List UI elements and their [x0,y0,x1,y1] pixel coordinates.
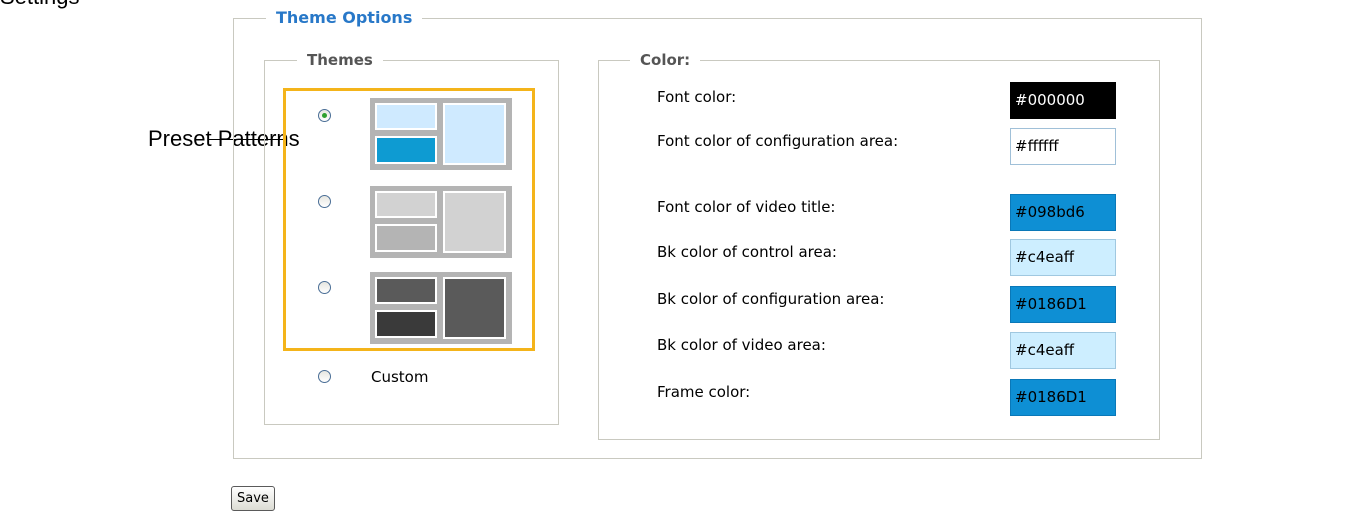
color-legend: Color: [630,51,701,69]
save-button[interactable]: Save [231,486,275,511]
video-area-bk-field[interactable]: #c4eaff [1010,332,1116,369]
video-title-color-label: Font color of video title: [657,198,836,216]
frame-color-label: Frame color: [657,383,751,401]
video-title-color-field[interactable]: #098bd6 [1010,194,1116,231]
theme-radio-preset-1[interactable] [318,109,331,122]
font-color-field[interactable]: #000000 [1010,82,1116,119]
theme-radio-custom[interactable] [318,370,331,383]
theme-radio-preset-2[interactable] [318,195,331,208]
config-font-color-label: Font color of configuration area: [657,132,899,150]
themes-legend: Themes [297,51,383,69]
custom-theme-label: Custom [371,368,429,386]
theme-preview-preset-2 [370,186,512,258]
preview-video-area [443,191,506,253]
frame-color-field[interactable]: #0186D1 [1010,379,1116,416]
preview-config-area [375,136,437,164]
theme-radio-preset-3[interactable] [318,281,331,294]
preview-config-area [375,310,437,338]
config-font-color-field[interactable]: #ffffff [1010,128,1116,165]
theme-preview-preset-3 [370,272,512,344]
preview-control-area [375,191,437,218]
config-area-bk-label: Bk color of configuration area: [657,290,885,308]
preview-video-area [443,103,506,165]
theme-options-legend: Theme Options [266,9,423,27]
preview-control-area [375,103,437,130]
theme-preview-preset-1 [370,98,512,170]
settings-label-cut: Settings [0,0,80,8]
control-area-bk-field[interactable]: #c4eaff [1010,239,1116,276]
font-color-label: Font color: [657,88,737,106]
preview-video-area [443,277,506,339]
preview-control-area [375,277,437,304]
control-area-bk-label: Bk color of control area: [657,243,837,261]
video-area-bk-label: Bk color of video area: [657,336,826,354]
config-area-bk-field[interactable]: #0186D1 [1010,286,1116,323]
preview-config-area [375,224,437,252]
